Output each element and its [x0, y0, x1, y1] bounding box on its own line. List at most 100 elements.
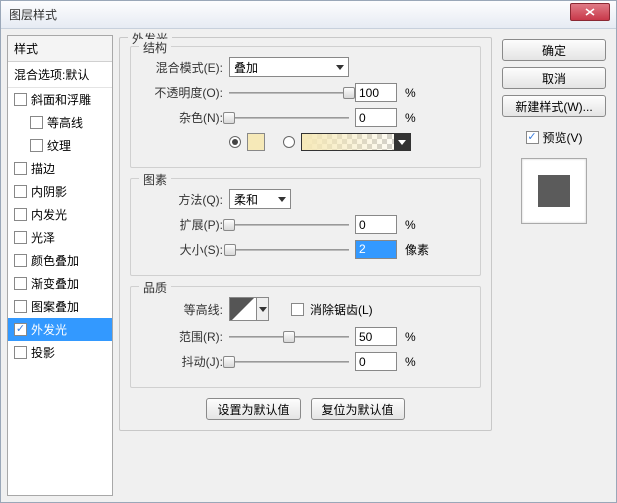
layer-style-dialog: 图层样式 样式 混合选项:默认 斜面和浮雕等高线纹理描边内阴影内发光光泽颜色叠加… [0, 0, 617, 503]
technique-label: 方法(Q): [141, 191, 223, 208]
contour-dropdown[interactable] [257, 297, 269, 321]
spread-label: 扩展(P): [141, 216, 223, 233]
style-item[interactable]: 图案叠加 [8, 295, 112, 318]
contour-picker[interactable] [229, 297, 257, 321]
style-checkbox[interactable] [14, 323, 27, 336]
preview-box [521, 158, 587, 224]
jitter-slider[interactable] [229, 353, 349, 371]
style-item[interactable]: 纹理 [8, 134, 112, 157]
style-item-label: 描边 [31, 160, 55, 177]
style-checkbox[interactable] [14, 93, 27, 106]
technique-dropdown[interactable]: 柔和 [229, 189, 291, 209]
chevron-down-icon [398, 140, 406, 145]
style-item-label: 图案叠加 [31, 298, 79, 315]
style-item-label: 渐变叠加 [31, 275, 79, 292]
close-button[interactable] [570, 3, 610, 21]
noise-label: 杂色(N): [141, 109, 223, 126]
noise-unit: % [405, 111, 416, 125]
outer-glow-group: 外发光 结构 混合模式(E): 叠加 不透明度(O): [119, 37, 492, 431]
style-item[interactable]: 内阴影 [8, 180, 112, 203]
quality-group: 品质 等高线: 消除锯齿(L) 范围(R): [130, 286, 481, 388]
style-item-label: 光泽 [31, 229, 55, 246]
gradient-radio[interactable] [283, 136, 295, 148]
style-item[interactable]: 描边 [8, 157, 112, 180]
style-item-label: 外发光 [31, 321, 67, 338]
elements-group: 图素 方法(Q): 柔和 扩展(P): % [130, 178, 481, 276]
range-input[interactable] [355, 327, 397, 346]
jitter-input[interactable] [355, 352, 397, 371]
blend-mode-dropdown[interactable]: 叠加 [229, 57, 349, 77]
style-checkbox[interactable] [14, 254, 27, 267]
size-label: 大小(S): [141, 241, 223, 258]
antialias-label: 消除锯齿(L) [310, 301, 373, 318]
quality-legend: 品质 [139, 279, 171, 296]
noise-input[interactable] [355, 108, 397, 127]
ok-button[interactable]: 确定 [502, 39, 606, 61]
style-checkbox[interactable] [14, 346, 27, 359]
opacity-input[interactable] [355, 83, 397, 102]
structure-legend: 结构 [139, 39, 171, 56]
jitter-label: 抖动(J): [141, 353, 223, 370]
make-default-button[interactable]: 设置为默认值 [206, 398, 300, 420]
preview-label: 预览(V) [543, 129, 583, 146]
spread-unit: % [405, 218, 416, 232]
opacity-slider[interactable] [229, 84, 349, 102]
opacity-unit: % [405, 86, 416, 100]
style-checkbox[interactable] [14, 277, 27, 290]
color-swatch[interactable] [247, 133, 265, 151]
chevron-down-icon [336, 65, 344, 70]
reset-default-button[interactable]: 复位为默认值 [311, 398, 405, 420]
titlebar[interactable]: 图层样式 [1, 1, 616, 29]
antialias-checkbox[interactable] [291, 303, 304, 316]
style-item[interactable]: 渐变叠加 [8, 272, 112, 295]
preview-checkbox[interactable] [526, 131, 539, 144]
blend-mode-label: 混合模式(E): [141, 59, 223, 76]
style-checkbox[interactable] [30, 116, 43, 129]
style-list-header: 样式 [8, 36, 112, 62]
style-list-panel: 样式 混合选项:默认 斜面和浮雕等高线纹理描边内阴影内发光光泽颜色叠加渐变叠加图… [7, 35, 113, 496]
style-checkbox[interactable] [14, 162, 27, 175]
size-unit: 像素 [405, 241, 429, 258]
size-input[interactable]: 2 [355, 240, 397, 259]
range-unit: % [405, 330, 416, 344]
style-checkbox[interactable] [14, 300, 27, 313]
gradient-picker[interactable] [301, 133, 411, 151]
window-title: 图层样式 [9, 6, 570, 23]
size-slider[interactable] [229, 241, 349, 259]
style-item-label: 斜面和浮雕 [31, 91, 91, 108]
jitter-unit: % [405, 355, 416, 369]
range-label: 范围(R): [141, 328, 223, 345]
structure-group: 结构 混合模式(E): 叠加 不透明度(O): % [130, 46, 481, 168]
style-item[interactable]: 斜面和浮雕 [8, 88, 112, 111]
style-item-label: 颜色叠加 [31, 252, 79, 269]
style-item[interactable]: 等高线 [8, 111, 112, 134]
style-checkbox[interactable] [14, 231, 27, 244]
settings-panel: 外发光 结构 混合模式(E): 叠加 不透明度(O): [119, 35, 492, 496]
elements-legend: 图素 [139, 171, 171, 188]
range-slider[interactable] [229, 328, 349, 346]
style-item[interactable]: 颜色叠加 [8, 249, 112, 272]
style-item-label: 内发光 [31, 206, 67, 223]
close-icon [585, 8, 595, 16]
style-checkbox[interactable] [14, 185, 27, 198]
blending-options-row[interactable]: 混合选项:默认 [8, 62, 112, 88]
noise-slider[interactable] [229, 109, 349, 127]
spread-slider[interactable] [229, 216, 349, 234]
style-item-label: 投影 [31, 344, 55, 361]
color-radio[interactable] [229, 136, 241, 148]
preview-swatch [538, 175, 570, 207]
new-style-button[interactable]: 新建样式(W)... [502, 95, 606, 117]
style-checkbox[interactable] [30, 139, 43, 152]
style-item[interactable]: 光泽 [8, 226, 112, 249]
style-item[interactable]: 外发光 [8, 318, 112, 341]
style-item-label: 纹理 [47, 137, 71, 154]
gradient-dropdown[interactable] [394, 134, 410, 150]
opacity-label: 不透明度(O): [141, 84, 223, 101]
style-item[interactable]: 投影 [8, 341, 112, 364]
style-item-label: 等高线 [47, 114, 83, 131]
spread-input[interactable] [355, 215, 397, 234]
chevron-down-icon [259, 307, 267, 312]
cancel-button[interactable]: 取消 [502, 67, 606, 89]
style-checkbox[interactable] [14, 208, 27, 221]
style-item[interactable]: 内发光 [8, 203, 112, 226]
